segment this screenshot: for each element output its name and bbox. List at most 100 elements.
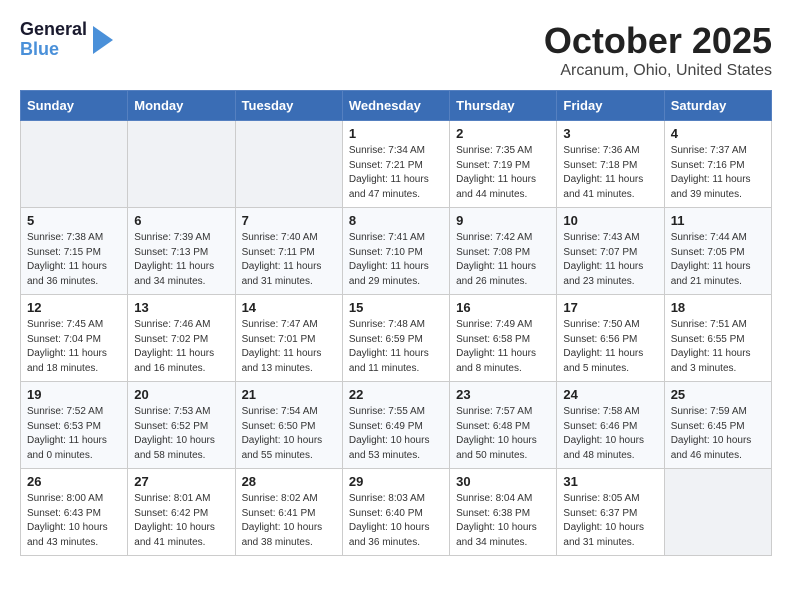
day-info: Sunrise: 7:49 AM Sunset: 6:58 PM Dayligh… xyxy=(456,318,550,376)
day-number: 24 xyxy=(563,387,657,402)
calendar-cell: 10 Sunrise: 7:43 AM Sunset: 7:07 PM Dayli… xyxy=(557,208,664,295)
calendar-cell: 31 Sunrise: 8:05 AM Sunset: 6:37 PM Dayli… xyxy=(557,469,664,556)
calendar-cell: 27 Sunrise: 8:01 AM Sunset: 6:42 PM Dayli… xyxy=(128,469,235,556)
calendar-cell: 20Sunrise: 7:53 AM Sunset: 6:52 PM Dayli… xyxy=(128,382,235,469)
day-number: 15 xyxy=(349,300,443,315)
weekday-header-row: SundayMondayTuesdayWednesdayThursdayFrid… xyxy=(21,91,772,121)
day-number: 2 xyxy=(456,126,550,141)
weekday-header-tuesday: Tuesday xyxy=(235,91,342,121)
calendar-cell: 21 Sunrise: 7:54 AM Sunset: 6:50 PM Dayli… xyxy=(235,382,342,469)
calendar-cell: 8 Sunrise: 7:41 AM Sunset: 7:10 PM Daylig… xyxy=(342,208,449,295)
calendar-cell: 3 Sunrise: 7:36 AM Sunset: 7:18 PM Daylig… xyxy=(557,121,664,208)
logo-chevron-icon xyxy=(93,22,113,58)
day-info: Sunrise: 7:53 AM Sunset: 6:52 PM Dayligh… xyxy=(134,405,228,463)
day-number: 11 xyxy=(671,213,765,228)
day-number: 28 xyxy=(242,474,336,489)
logo-blue: Blue xyxy=(20,39,59,59)
calendar-cell: 9 Sunrise: 7:42 AM Sunset: 7:08 PM Daylig… xyxy=(450,208,557,295)
calendar-cell: 11Sunrise: 7:44 AM Sunset: 7:05 PM Dayli… xyxy=(664,208,771,295)
day-number: 17 xyxy=(563,300,657,315)
title-block: October 2025 Arcanum, Ohio, United State… xyxy=(544,20,772,80)
day-info: Sunrise: 7:34 AM Sunset: 7:21 PM Dayligh… xyxy=(349,144,443,202)
day-info: Sunrise: 7:38 AM Sunset: 7:15 PM Dayligh… xyxy=(27,231,121,289)
calendar-cell: 5 Sunrise: 7:38 AM Sunset: 7:15 PM Daylig… xyxy=(21,208,128,295)
day-info: Sunrise: 7:40 AM Sunset: 7:11 PM Dayligh… xyxy=(242,231,336,289)
day-number: 22 xyxy=(349,387,443,402)
day-number: 4 xyxy=(671,126,765,141)
day-info: Sunrise: 7:47 AM Sunset: 7:01 PM Dayligh… xyxy=(242,318,336,376)
week-row-3: 19 Sunrise: 7:52 AM Sunset: 6:53 PM Dayli… xyxy=(21,382,772,469)
calendar-cell: 1 Sunrise: 7:34 AM Sunset: 7:21 PM Daylig… xyxy=(342,121,449,208)
day-number: 7 xyxy=(242,213,336,228)
day-info: Sunrise: 8:01 AM Sunset: 6:42 PM Dayligh… xyxy=(134,492,228,550)
calendar-cell: 12Sunrise: 7:45 AM Sunset: 7:04 PM Dayli… xyxy=(21,295,128,382)
location: Arcanum, Ohio, United States xyxy=(544,62,772,80)
calendar-cell: 14Sunrise: 7:47 AM Sunset: 7:01 PM Dayli… xyxy=(235,295,342,382)
day-info: Sunrise: 7:52 AM Sunset: 6:53 PM Dayligh… xyxy=(27,405,121,463)
calendar: SundayMondayTuesdayWednesdayThursdayFrid… xyxy=(20,90,772,556)
weekday-header-sunday: Sunday xyxy=(21,91,128,121)
weekday-header-monday: Monday xyxy=(128,91,235,121)
day-number: 31 xyxy=(563,474,657,489)
weekday-header-saturday: Saturday xyxy=(664,91,771,121)
day-info: Sunrise: 7:50 AM Sunset: 6:56 PM Dayligh… xyxy=(563,318,657,376)
calendar-cell: 23Sunrise: 7:57 AM Sunset: 6:48 PM Dayli… xyxy=(450,382,557,469)
week-row-1: 5 Sunrise: 7:38 AM Sunset: 7:15 PM Daylig… xyxy=(21,208,772,295)
logo: GeneralBlue xyxy=(20,20,113,60)
day-info: Sunrise: 7:37 AM Sunset: 7:16 PM Dayligh… xyxy=(671,144,765,202)
calendar-cell: 6 Sunrise: 7:39 AM Sunset: 7:13 PM Daylig… xyxy=(128,208,235,295)
day-number: 3 xyxy=(563,126,657,141)
calendar-cell: 7 Sunrise: 7:40 AM Sunset: 7:11 PM Daylig… xyxy=(235,208,342,295)
day-info: Sunrise: 7:54 AM Sunset: 6:50 PM Dayligh… xyxy=(242,405,336,463)
weekday-header-thursday: Thursday xyxy=(450,91,557,121)
day-number: 1 xyxy=(349,126,443,141)
day-info: Sunrise: 8:05 AM Sunset: 6:37 PM Dayligh… xyxy=(563,492,657,550)
day-number: 5 xyxy=(27,213,121,228)
day-info: Sunrise: 7:55 AM Sunset: 6:49 PM Dayligh… xyxy=(349,405,443,463)
day-number: 19 xyxy=(27,387,121,402)
day-number: 26 xyxy=(27,474,121,489)
day-number: 6 xyxy=(134,213,228,228)
day-number: 21 xyxy=(242,387,336,402)
day-number: 10 xyxy=(563,213,657,228)
calendar-cell: 4 Sunrise: 7:37 AM Sunset: 7:16 PM Daylig… xyxy=(664,121,771,208)
day-number: 27 xyxy=(134,474,228,489)
day-number: 9 xyxy=(456,213,550,228)
calendar-cell: 19 Sunrise: 7:52 AM Sunset: 6:53 PM Dayli… xyxy=(21,382,128,469)
calendar-cell: 22 Sunrise: 7:55 AM Sunset: 6:49 PM Dayli… xyxy=(342,382,449,469)
calendar-cell xyxy=(128,121,235,208)
calendar-cell: 18Sunrise: 7:51 AM Sunset: 6:55 PM Dayli… xyxy=(664,295,771,382)
logo-text: GeneralBlue xyxy=(20,20,87,60)
calendar-cell: 29 Sunrise: 8:03 AM Sunset: 6:40 PM Dayli… xyxy=(342,469,449,556)
week-row-0: 1 Sunrise: 7:34 AM Sunset: 7:21 PM Daylig… xyxy=(21,121,772,208)
month-title: October 2025 xyxy=(544,20,772,62)
week-row-4: 26Sunrise: 8:00 AM Sunset: 6:43 PM Dayli… xyxy=(21,469,772,556)
calendar-cell: 16 Sunrise: 7:49 AM Sunset: 6:58 PM Dayli… xyxy=(450,295,557,382)
day-info: Sunrise: 7:48 AM Sunset: 6:59 PM Dayligh… xyxy=(349,318,443,376)
day-info: Sunrise: 7:41 AM Sunset: 7:10 PM Dayligh… xyxy=(349,231,443,289)
calendar-cell: 26Sunrise: 8:00 AM Sunset: 6:43 PM Dayli… xyxy=(21,469,128,556)
calendar-cell xyxy=(21,121,128,208)
calendar-cell xyxy=(235,121,342,208)
day-info: Sunrise: 7:42 AM Sunset: 7:08 PM Dayligh… xyxy=(456,231,550,289)
page-header: GeneralBlue October 2025 Arcanum, Ohio, … xyxy=(20,20,772,80)
day-info: Sunrise: 7:51 AM Sunset: 6:55 PM Dayligh… xyxy=(671,318,765,376)
day-info: Sunrise: 7:39 AM Sunset: 7:13 PM Dayligh… xyxy=(134,231,228,289)
day-info: Sunrise: 7:36 AM Sunset: 7:18 PM Dayligh… xyxy=(563,144,657,202)
calendar-cell: 24Sunrise: 7:58 AM Sunset: 6:46 PM Dayli… xyxy=(557,382,664,469)
day-number: 29 xyxy=(349,474,443,489)
day-info: Sunrise: 7:35 AM Sunset: 7:19 PM Dayligh… xyxy=(456,144,550,202)
calendar-cell: 30Sunrise: 8:04 AM Sunset: 6:38 PM Dayli… xyxy=(450,469,557,556)
weekday-header-wednesday: Wednesday xyxy=(342,91,449,121)
day-info: Sunrise: 8:02 AM Sunset: 6:41 PM Dayligh… xyxy=(242,492,336,550)
day-number: 25 xyxy=(671,387,765,402)
calendar-cell: 15 Sunrise: 7:48 AM Sunset: 6:59 PM Dayli… xyxy=(342,295,449,382)
day-info: Sunrise: 7:59 AM Sunset: 6:45 PM Dayligh… xyxy=(671,405,765,463)
day-number: 23 xyxy=(456,387,550,402)
day-number: 13 xyxy=(134,300,228,315)
calendar-cell: 17 Sunrise: 7:50 AM Sunset: 6:56 PM Dayli… xyxy=(557,295,664,382)
day-number: 16 xyxy=(456,300,550,315)
day-info: Sunrise: 7:43 AM Sunset: 7:07 PM Dayligh… xyxy=(563,231,657,289)
day-number: 8 xyxy=(349,213,443,228)
day-info: Sunrise: 8:03 AM Sunset: 6:40 PM Dayligh… xyxy=(349,492,443,550)
